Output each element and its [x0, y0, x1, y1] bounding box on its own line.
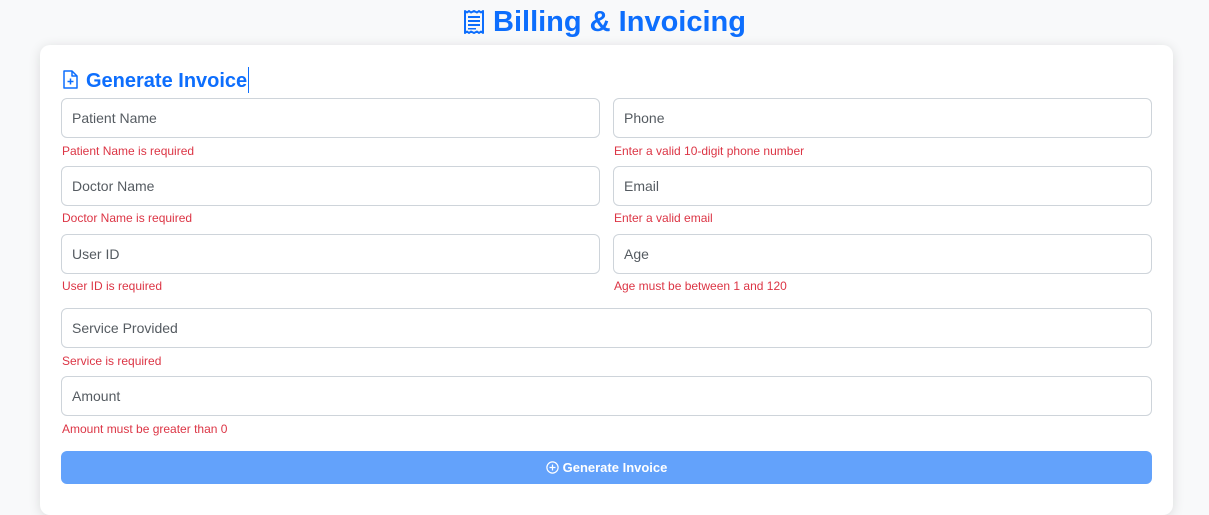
- file-plus-icon: [62, 70, 78, 96]
- invoice-card: Generate Invoice Patient Name is require…: [40, 45, 1173, 515]
- email-input[interactable]: [613, 166, 1152, 206]
- plus-circle-icon: [545, 461, 559, 474]
- form-title: Generate Invoice: [62, 67, 250, 96]
- amount-error: Amount must be greater than 0: [62, 422, 228, 436]
- patient-name-input[interactable]: [61, 98, 600, 138]
- age-error: Age must be between 1 and 120: [614, 279, 787, 293]
- patient-name-error: Patient Name is required: [62, 144, 195, 158]
- generate-invoice-label: Generate Invoice: [562, 460, 668, 475]
- user-id-error: User ID is required: [62, 279, 163, 293]
- doctor-name-error: Doctor Name is required: [62, 211, 193, 225]
- age-input[interactable]: [613, 234, 1152, 274]
- phone-input[interactable]: [613, 98, 1152, 138]
- service-error: Service is required: [62, 354, 162, 368]
- service-input[interactable]: [61, 308, 1152, 348]
- user-id-input[interactable]: [61, 234, 600, 274]
- page-title-text: Billing & Invoicing: [493, 6, 746, 38]
- doctor-name-input[interactable]: [61, 166, 600, 206]
- receipt-icon: [463, 7, 485, 43]
- page-title: Billing & Invoicing: [0, 4, 1209, 43]
- form-title-text: Generate Invoice: [86, 70, 248, 92]
- generate-invoice-button[interactable]: Generate Invoice: [61, 451, 1152, 484]
- amount-input[interactable]: [61, 376, 1152, 416]
- email-error: Enter a valid email: [614, 211, 713, 225]
- text-caret: [248, 67, 250, 93]
- phone-error: Enter a valid 10-digit phone number: [614, 144, 805, 158]
